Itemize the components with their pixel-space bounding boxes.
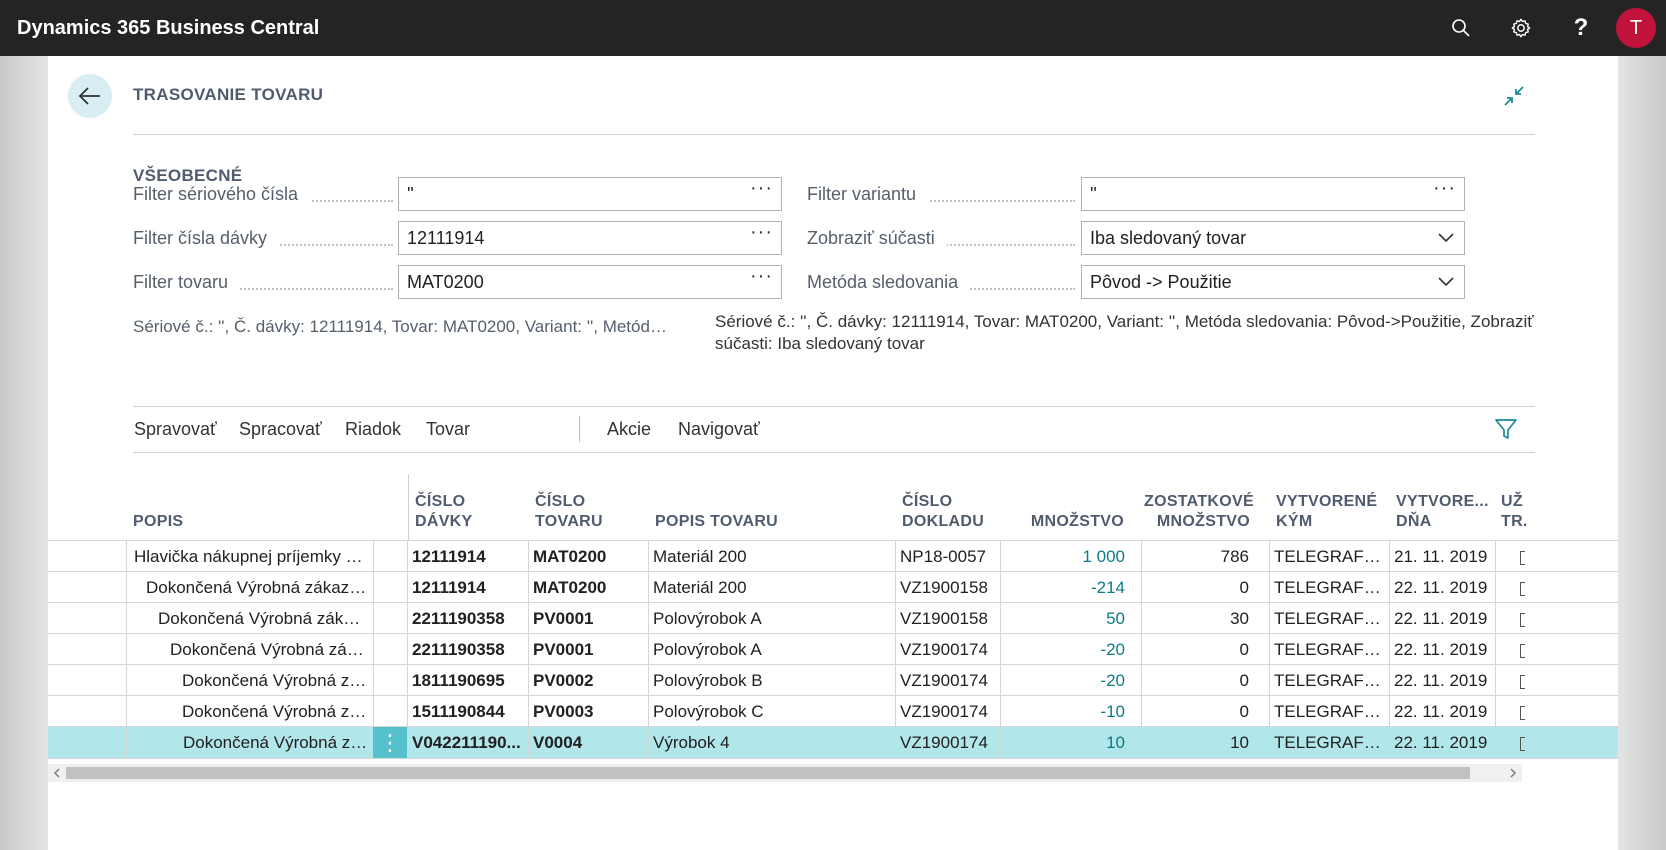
app-header: Dynamics 365 Business Central ? T: [0, 0, 1666, 56]
table-row[interactable]: Dokončená Výrobná zákazka ... 12111914 M…: [48, 571, 1618, 603]
col-item-desc[interactable]: POPIS TOVARU: [655, 512, 778, 532]
collapse-icon[interactable]: [1500, 82, 1528, 110]
col-created-by[interactable]: VYTVORENÉ KÝM: [1276, 492, 1377, 532]
col-created-on[interactable]: VYTVORE... DŇA: [1396, 492, 1489, 532]
action-manage[interactable]: Spravovať: [134, 406, 217, 452]
checkbox[interactable]: [1520, 550, 1525, 565]
page-panel: TRASOVANIE TOVARU VŠEOBECNÉ Filter sério…: [48, 56, 1618, 850]
table-row[interactable]: Dokončená Výrobná zák... 1511190844 PV00…: [48, 695, 1618, 727]
back-button[interactable]: [68, 74, 112, 118]
action-item[interactable]: Tovar: [426, 406, 470, 452]
checkbox[interactable]: [1520, 581, 1525, 596]
chevron-down-icon: [1438, 277, 1454, 287]
item-filter-input[interactable]: MAT0200 ···: [398, 265, 782, 299]
checkbox[interactable]: [1520, 674, 1525, 689]
table-row[interactable]: Dokončená Výrobná zákazk... 2211190358 P…: [48, 602, 1618, 634]
chevron-down-icon: [1438, 233, 1454, 243]
horizontal-scrollbar[interactable]: [48, 764, 1522, 782]
col-lot-no[interactable]: ČÍSLO DÁVKY: [415, 492, 473, 532]
divider: [133, 452, 1535, 453]
grid-header: POPIS ČÍSLO DÁVKY ČÍSLO TOVARU POPIS TOVAR…: [48, 478, 1618, 540]
row-menu-icon[interactable]: ⋮: [373, 727, 407, 758]
col-user[interactable]: UŽ TR.: [1501, 492, 1528, 532]
table-row[interactable]: Dokončená Výrobná zák... 1811190695 PV00…: [48, 664, 1618, 696]
checkbox[interactable]: [1520, 643, 1525, 658]
col-description[interactable]: POPIS: [133, 512, 183, 532]
divider: [133, 134, 1535, 135]
action-bar: Spravovať Spracovať Riadok Tovar Akcie N…: [133, 406, 1535, 452]
checkbox[interactable]: [1520, 612, 1525, 627]
action-process[interactable]: Spracovať: [239, 406, 322, 452]
col-doc-no[interactable]: ČÍSLO DOKLADU: [902, 492, 984, 532]
lot-filter-input[interactable]: 12111914 ···: [398, 221, 782, 255]
trace-method-select[interactable]: Pôvod -> Použitie: [1081, 265, 1465, 299]
help-icon[interactable]: ?: [1561, 8, 1601, 48]
show-components-select[interactable]: Iba sledovaný tovar: [1081, 221, 1465, 255]
scroll-left-icon[interactable]: [48, 764, 66, 782]
checkbox[interactable]: [1520, 705, 1525, 720]
lookup-icon[interactable]: ···: [1433, 172, 1456, 204]
serial-filter-label: Filter sériového čísla: [133, 177, 401, 211]
table-row[interactable]: Hlavička nákupnej príjemky NP... 1211191…: [48, 540, 1618, 572]
avatar[interactable]: T: [1616, 8, 1656, 48]
variant-filter-label: Filter variantu: [807, 177, 1083, 211]
serial-filter-input[interactable]: '' ···: [398, 177, 782, 211]
col-quantity[interactable]: MNOŽSTVO: [1004, 512, 1124, 532]
scroll-right-icon[interactable]: [1504, 764, 1522, 782]
col-item-no[interactable]: ČÍSLO TOVARU: [535, 492, 603, 532]
arrow-left-icon: [78, 87, 100, 105]
app-title[interactable]: Dynamics 365 Business Central: [17, 0, 319, 56]
lookup-icon[interactable]: ···: [750, 216, 773, 248]
variant-filter-input[interactable]: '' ···: [1081, 177, 1465, 211]
search-icon[interactable]: [1441, 8, 1481, 48]
col-remaining[interactable]: ZOSTATKOVÉ MNOŽSTVO: [1144, 492, 1254, 532]
table-row-selected[interactable]: Dokončená Výrobná zák... ⋮ V042211190...…: [48, 726, 1618, 758]
action-line[interactable]: Riadok: [345, 406, 401, 452]
action-actions[interactable]: Akcie: [607, 406, 651, 452]
checkbox[interactable]: [1520, 736, 1525, 751]
lot-filter-label: Filter čísla dávky: [133, 221, 401, 255]
scrollbar-thumb[interactable]: [66, 767, 1470, 779]
divider: [48, 758, 1618, 759]
lookup-icon[interactable]: ···: [750, 260, 773, 292]
page-title: TRASOVANIE TOVARU: [133, 85, 324, 104]
action-separator: [579, 416, 580, 442]
action-navigate[interactable]: Navigovať: [678, 406, 760, 452]
trace-summary-caption: Sériové č.: '', Č. dávky: 12111914, Tova…: [133, 317, 673, 336]
item-filter-label: Filter tovaru: [133, 265, 401, 299]
gear-icon[interactable]: [1501, 8, 1541, 48]
lookup-icon[interactable]: ···: [750, 172, 773, 204]
table-row[interactable]: Dokončená Výrobná záka... 2211190358 PV0…: [48, 633, 1618, 665]
trace-method-label: Metóda sledovania: [807, 265, 1083, 299]
show-components-label: Zobraziť súčasti: [807, 221, 1083, 255]
filter-icon[interactable]: [1493, 416, 1519, 442]
trace-summary-text: Sériové č.: '', Č. dávky: 12111914, Tova…: [715, 312, 1534, 353]
